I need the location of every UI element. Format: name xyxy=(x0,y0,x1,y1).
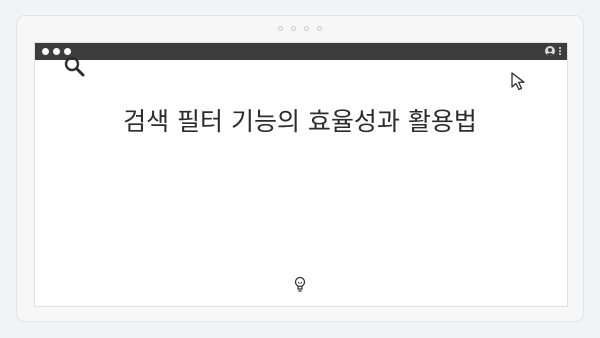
close-window-button[interactable] xyxy=(42,48,49,55)
window-titlebar xyxy=(35,43,567,60)
kebab-dot xyxy=(559,50,561,52)
page-indicator-dots xyxy=(17,26,583,31)
cursor-arrow-icon xyxy=(511,72,525,91)
browser-window xyxy=(34,42,568,307)
kebab-menu-icon[interactable] xyxy=(559,47,561,55)
kebab-dot xyxy=(559,53,561,55)
page-dot xyxy=(278,26,283,31)
titlebar-actions xyxy=(545,46,561,56)
window-controls xyxy=(42,48,71,55)
minimize-window-button[interactable] xyxy=(53,48,60,55)
page-dot xyxy=(317,26,322,31)
lightbulb-icon xyxy=(294,276,306,292)
user-account-icon[interactable] xyxy=(545,46,555,56)
kebab-dot xyxy=(559,47,561,49)
page-title: 검색 필터 기능의 효율성과 활용법 xyxy=(123,107,477,136)
search-icon xyxy=(64,56,85,77)
maximize-window-button[interactable] xyxy=(64,48,71,55)
page-dot xyxy=(304,26,309,31)
page-dot xyxy=(291,26,296,31)
